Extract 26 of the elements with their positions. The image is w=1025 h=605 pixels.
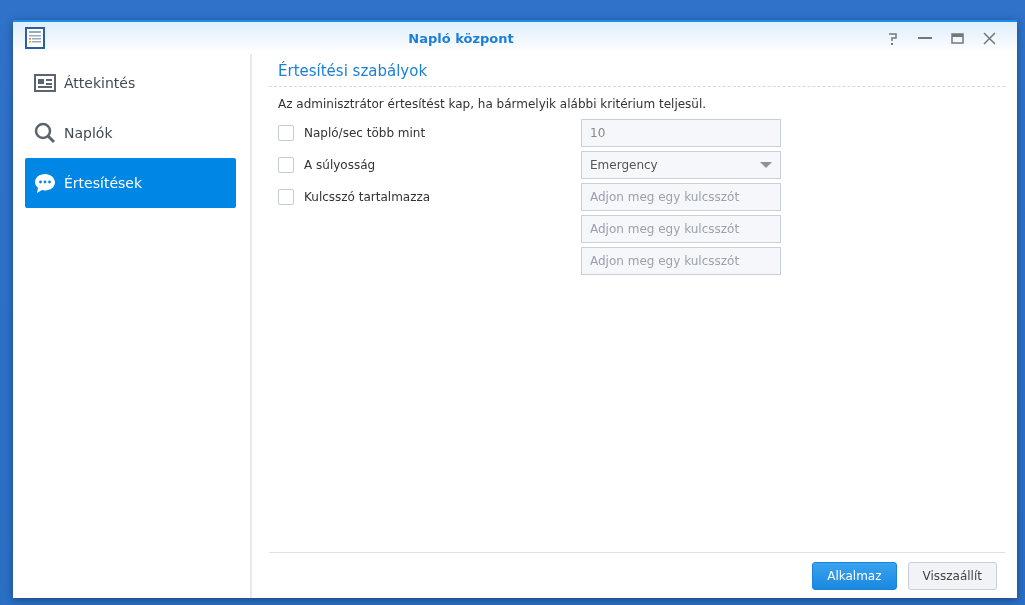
id-card-icon xyxy=(34,74,56,92)
document-list-icon xyxy=(25,27,45,49)
input-field[interactable]: Adjon meg egy kulcsszót xyxy=(581,183,781,211)
section-title: Értesítési szabályok xyxy=(269,60,1005,87)
checkbox-label: Napló/sec több mint xyxy=(304,126,426,140)
checkbox[interactable] xyxy=(278,157,294,173)
sidebar-item[interactable]: Értesítések xyxy=(25,158,236,208)
severity-dropdown[interactable]: Emergency xyxy=(581,151,781,179)
sidebar-item[interactable]: Naplók xyxy=(25,108,236,158)
close-icon[interactable] xyxy=(982,31,996,45)
checkbox-label: Kulcsszó tartalmazza xyxy=(304,190,431,204)
checkbox-label: A súlyosság xyxy=(304,158,376,172)
minimize-icon[interactable] xyxy=(918,37,932,39)
checkbox[interactable] xyxy=(278,189,294,205)
input-field[interactable]: Adjon meg egy kulcsszót xyxy=(581,247,781,275)
input-field[interactable]: Adjon meg egy kulcsszót xyxy=(581,215,781,243)
help-icon[interactable] xyxy=(887,31,899,45)
maximize-icon[interactable] xyxy=(950,32,964,44)
window-title: Napló központ xyxy=(407,30,515,46)
description-text: Az adminisztrátor értesítést kap, ha bármelyik alábbi kritérium teljesül. xyxy=(277,96,708,113)
speech-bubble-icon xyxy=(34,172,56,194)
search-icon xyxy=(34,122,56,144)
caret-icon xyxy=(760,162,772,168)
reset-button[interactable]: Visszaállít xyxy=(907,562,997,590)
checkbox[interactable] xyxy=(278,125,294,141)
sidebar-item[interactable]: Áttekintés xyxy=(25,58,236,108)
